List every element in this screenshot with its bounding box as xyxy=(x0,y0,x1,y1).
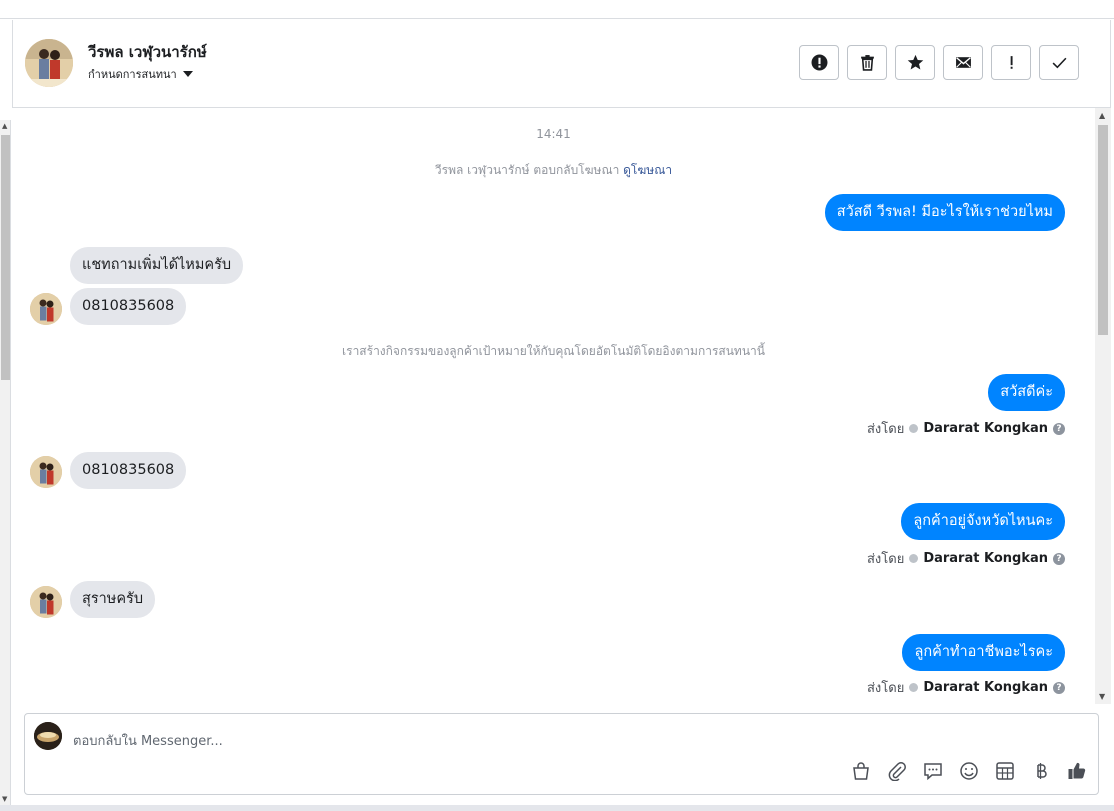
timestamp: 14:41 xyxy=(536,127,571,141)
scroll-thumb[interactable] xyxy=(1098,125,1108,335)
thread-scrollbar[interactable]: ▲ ▼ xyxy=(1095,108,1111,704)
sent-by-label: ส่งโดย xyxy=(866,552,905,567)
message-outgoing[interactable]: ลูกค้าอยู่จังหวัดไหนคะ xyxy=(901,503,1065,540)
scroll-up-arrow-icon[interactable]: ▲ xyxy=(1099,111,1105,120)
mark-unread-button[interactable] xyxy=(943,45,983,80)
sent-by-line: ส่งโดย Dararat Kongkan ? xyxy=(867,677,1065,698)
sender-dot-icon xyxy=(909,554,919,563)
sender-avatar[interactable] xyxy=(30,586,62,618)
app-frame: ▲ ▼ วีรพล เวฬุวนารักษ์ กำหนดการสนทนา 14:… xyxy=(0,0,1114,811)
contact-avatar[interactable] xyxy=(25,39,73,87)
exclamation-icon xyxy=(1010,56,1013,69)
message-incoming[interactable]: สุราษครับ xyxy=(70,581,156,618)
ad-reply-notice: วีรพล เวฬุวนารักษ์ ตอบกลับโฆษณา ดูโฆษณา xyxy=(12,161,1095,180)
baht-icon[interactable] xyxy=(1030,760,1052,782)
message-outgoing[interactable]: สวัสดีค่ะ xyxy=(988,374,1065,411)
auto-activity-notice: เราสร้างกิจกรรมของลูกค้าเป้าหมายให้กับคุ… xyxy=(342,344,765,358)
sent-by-line: ส่งโดย Dararat Kongkan ? xyxy=(867,548,1065,569)
paperclip-icon[interactable] xyxy=(886,760,908,782)
sender-dot-icon xyxy=(909,424,919,433)
like-icon[interactable] xyxy=(1066,760,1088,782)
star-button[interactable] xyxy=(895,45,935,80)
view-ad-link[interactable]: ดูโฆษณา xyxy=(623,163,672,177)
sender-name[interactable]: Dararat Kongkan xyxy=(923,680,1048,695)
page-avatar xyxy=(34,722,62,750)
appointment-table-icon[interactable] xyxy=(994,760,1016,782)
sent-by-line: ส่งโดย Dararat Kongkan ? xyxy=(867,418,1065,439)
conversation-header: วีรพล เวฬุวนารักษ์ กำหนดการสนทนา xyxy=(12,20,1111,108)
sender-avatar[interactable] xyxy=(30,456,62,488)
help-icon[interactable]: ? xyxy=(1053,422,1065,435)
message-incoming[interactable]: แชทถามเพิ่มได้ไหมครับ xyxy=(70,247,244,284)
message-incoming[interactable]: 0810835608 xyxy=(70,288,187,325)
top-strip xyxy=(0,0,1114,19)
scroll-down-arrow-icon[interactable]: ▼ xyxy=(2,795,7,803)
message-outgoing[interactable]: สวัสดี วีรพล! มีอะไรให้เราช่วยไหม xyxy=(824,194,1065,231)
done-button[interactable] xyxy=(1039,45,1079,80)
trash-icon xyxy=(860,55,874,71)
scroll-down-arrow-icon[interactable]: ▼ xyxy=(1099,692,1105,701)
header-actions xyxy=(799,45,1079,80)
help-icon[interactable]: ? xyxy=(1053,681,1065,694)
shopping-bag-icon[interactable] xyxy=(850,760,872,782)
left-scrollbar[interactable]: ▲ ▼ xyxy=(0,120,11,805)
conversation-menu[interactable]: กำหนดการสนทนา xyxy=(88,65,193,83)
reply-input[interactable]: ตอบกลับใน Messenger... xyxy=(73,730,223,751)
bottom-strip xyxy=(0,805,1114,811)
scroll-thumb[interactable] xyxy=(1,135,10,380)
envelope-icon xyxy=(955,57,971,68)
message-outgoing[interactable]: ลูกค้าทำอาชีพอะไรคะ xyxy=(902,634,1065,671)
check-icon xyxy=(1052,57,1066,69)
sender-name[interactable]: Dararat Kongkan xyxy=(923,551,1048,566)
follow-up-button[interactable] xyxy=(991,45,1031,80)
contact-name[interactable]: วีรพล เวฬุวนารักษ์ xyxy=(88,40,207,64)
conversation-menu-label: กำหนดการสนทนา xyxy=(88,68,177,81)
ad-reply-text: วีรพล เวฬุวนารักษ์ ตอบกลับโฆษณา xyxy=(434,163,620,177)
star-icon xyxy=(907,54,923,70)
message-incoming[interactable]: 0810835608 xyxy=(70,452,187,489)
help-icon[interactable]: ? xyxy=(1053,552,1065,565)
message-thread[interactable]: 14:41 วีรพล เวฬุวนารักษ์ ตอบกลับโฆษณา ดู… xyxy=(12,108,1095,704)
saved-reply-icon[interactable] xyxy=(922,760,944,782)
reply-composer[interactable]: ตอบกลับใน Messenger... xyxy=(24,713,1099,795)
sender-name[interactable]: Dararat Kongkan xyxy=(923,421,1048,436)
scroll-up-arrow-icon[interactable]: ▲ xyxy=(2,122,7,130)
composer-tools xyxy=(850,760,1088,782)
spam-button[interactable] xyxy=(799,45,839,80)
sent-by-label: ส่งโดย xyxy=(866,422,905,437)
caret-down-icon xyxy=(182,71,193,77)
sender-dot-icon xyxy=(909,683,919,692)
alert-circle-icon xyxy=(811,54,827,71)
sender-avatar[interactable] xyxy=(30,293,62,325)
sent-by-label: ส่งโดย xyxy=(866,681,905,696)
emoji-icon[interactable] xyxy=(958,760,980,782)
delete-button[interactable] xyxy=(847,45,887,80)
